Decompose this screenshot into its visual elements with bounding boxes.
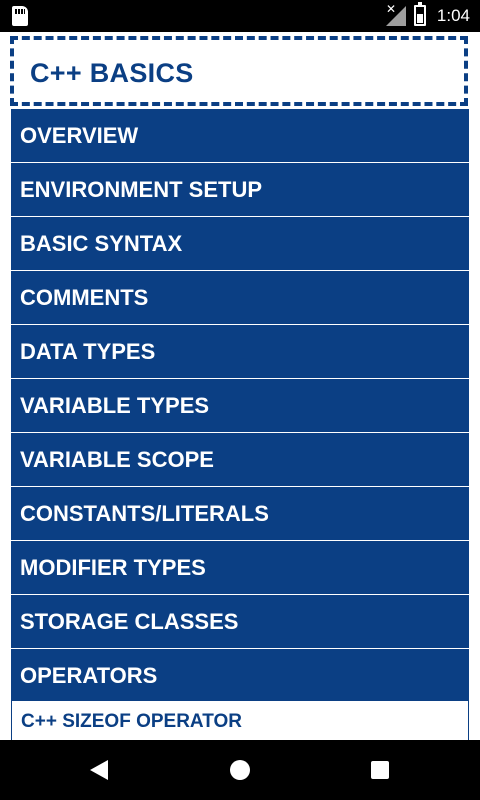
home-icon[interactable] (230, 760, 250, 780)
page-title: C++ BASICS (30, 58, 194, 88)
topic-item-overview[interactable]: OVERVIEW (11, 109, 469, 162)
navigation-bar (0, 740, 480, 800)
status-bar: ✕ 1:04 (0, 0, 480, 32)
topic-item-variable-scope[interactable]: VARIABLE SCOPE (11, 433, 469, 486)
sd-card-icon (12, 6, 28, 26)
topic-item-comments[interactable]: COMMENTS (11, 271, 469, 324)
topic-item-constants-literals[interactable]: CONSTANTS/LITERALS (11, 487, 469, 540)
back-icon[interactable] (90, 760, 108, 780)
topic-item-storage-classes[interactable]: STORAGE CLASSES (11, 595, 469, 648)
topic-list: OVERVIEW ENVIRONMENT SETUP BASIC SYNTAX … (11, 109, 469, 703)
battery-charging-icon (414, 2, 426, 26)
topic-item-modifier-types[interactable]: MODIFIER TYPES (11, 541, 469, 594)
main-content[interactable]: C++ BASICS OVERVIEW ENVIRONMENT SETUP BA… (0, 32, 480, 740)
recents-icon[interactable] (371, 761, 389, 779)
section-header: C++ BASICS (10, 36, 468, 106)
topic-item-data-types[interactable]: DATA TYPES (11, 325, 469, 378)
topic-item-operators[interactable]: OPERATORS (11, 649, 469, 702)
subtopic-item-sizeof-operator[interactable]: C++ SIZEOF OPERATOR (11, 700, 469, 740)
topic-item-basic-syntax[interactable]: BASIC SYNTAX (11, 217, 469, 270)
topic-item-variable-types[interactable]: VARIABLE TYPES (11, 379, 469, 432)
status-time: 1:04 (436, 6, 470, 25)
signal-x-icon: ✕ (386, 2, 397, 16)
topic-item-environment-setup[interactable]: ENVIRONMENT SETUP (11, 163, 469, 216)
